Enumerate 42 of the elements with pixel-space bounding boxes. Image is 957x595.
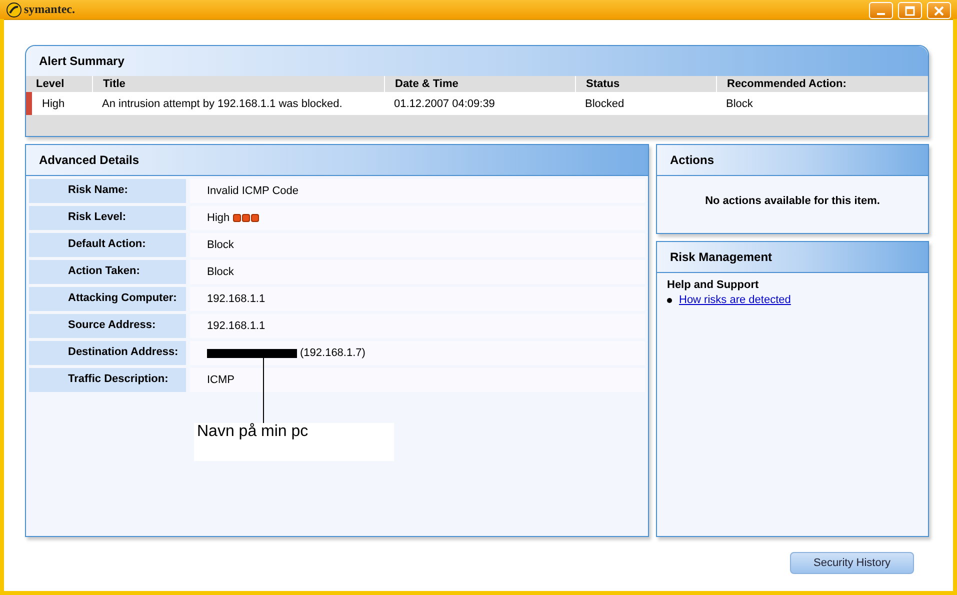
leader-line [263,357,264,423]
detail-value: 192.168.1.1 [207,320,266,332]
panel-title: Risk Management [670,250,772,264]
logo-text: symantec. [24,2,75,17]
detail-value: High [207,212,230,224]
detail-label: Default Action: [29,233,186,257]
detail-label: Destination Address: [29,341,186,365]
detail-value: 192.168.1.1 [207,293,266,305]
table-cell: High [42,98,65,110]
minimize-icon [877,12,885,14]
close-button[interactable] [927,2,951,19]
help-link[interactable]: How risks are detected [679,294,791,306]
panel-title: Advanced Details [39,153,140,167]
column-header: Level [35,77,66,92]
table-cell: Blocked [585,98,624,110]
detail-value: Block [207,239,234,251]
detail-label: Risk Level: [29,206,186,230]
detail-label: Traffic Description: [29,368,186,392]
detail-label: Source Address: [29,314,186,338]
detail-value: Block [207,266,234,278]
maximize-button[interactable] [898,2,922,19]
bullet-icon [667,298,672,302]
detail-value: Invalid ICMP Code [207,185,299,197]
minimize-button[interactable] [869,2,893,19]
annotation-label: Navn på min pc [194,423,394,461]
table-cell: Block [726,98,753,110]
actions-message: No actions available for this item. [705,195,880,207]
detail-label: Action Taken: [29,260,186,284]
logo-icon [6,2,22,18]
panel-title: Alert Summary [39,54,124,68]
severity-marker [26,92,32,115]
section-heading: Help and Support [667,279,760,291]
detail-value: ICMP [207,374,234,386]
detail-label: Attacking Computer: [29,287,186,311]
maximize-icon [905,6,915,16]
detail-value: (192.168.1.7) [300,347,366,359]
detail-label: Risk Name: [29,179,186,203]
table-cell: 01.12.2007 04:09:39 [394,98,495,110]
close-icon [934,6,944,16]
table-cell: An intrusion attempt by 192.168.1.1 was blocked. [102,98,342,110]
security-history-button[interactable]: Security History [790,552,914,574]
panel-title: Actions [670,153,714,167]
